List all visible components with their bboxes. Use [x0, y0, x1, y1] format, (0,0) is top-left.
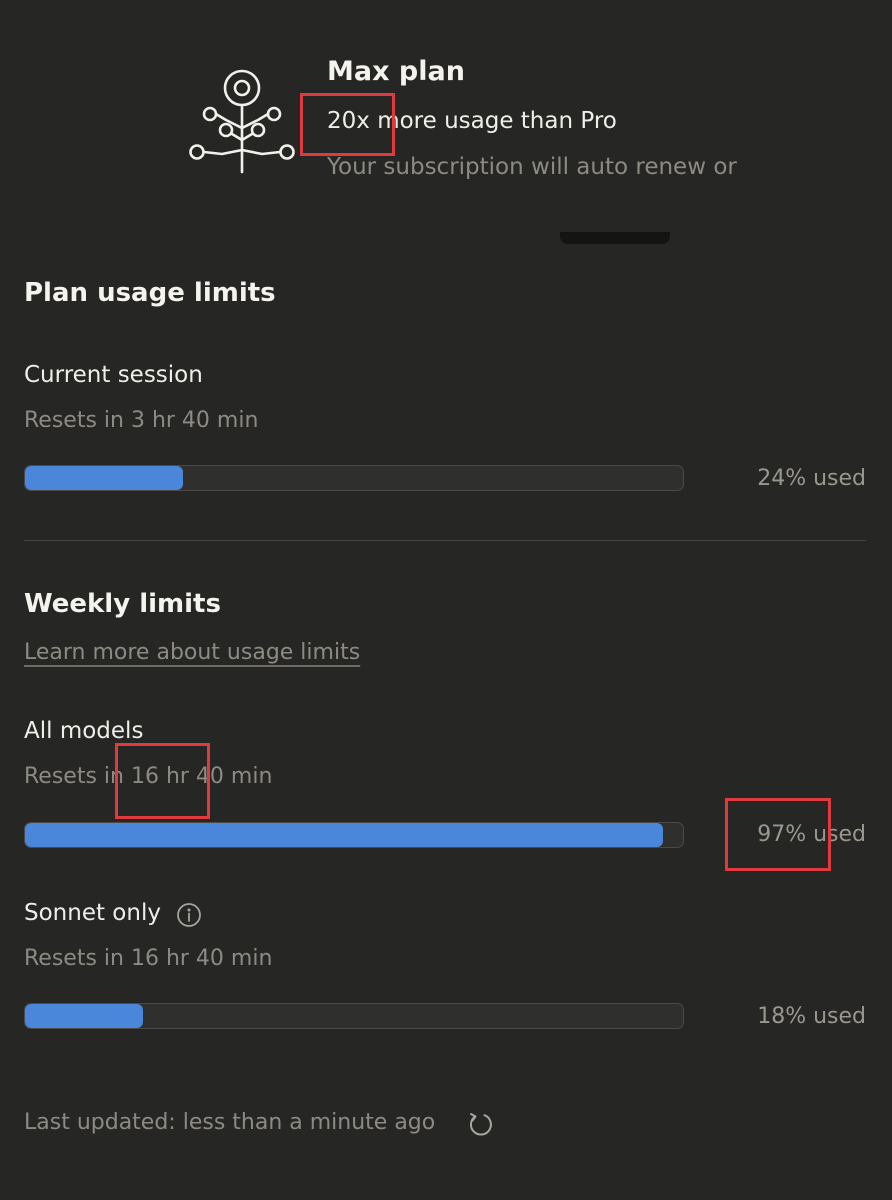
- current-session-progress: [24, 465, 684, 491]
- highlight-box-usage-percent: [725, 798, 831, 871]
- sonnet-only-used: 18% used: [757, 1004, 866, 1029]
- info-icon[interactable]: [176, 902, 202, 928]
- sonnet-only-progress: [24, 1003, 684, 1029]
- learn-more-link[interactable]: Learn more about usage limits: [24, 640, 360, 665]
- all-models-progress-fill: [25, 823, 664, 847]
- refresh-icon[interactable]: [466, 1110, 494, 1138]
- all-models-label: All models: [24, 718, 144, 744]
- current-session-reset: Resets in 3 hr 40 min: [24, 408, 259, 433]
- plan-renewal-note: Your subscription will auto renew or: [327, 154, 737, 180]
- highlight-box-reset-time: [115, 743, 210, 819]
- weekly-limits-title: Weekly limits: [24, 589, 221, 619]
- all-models-progress: [24, 822, 684, 848]
- current-session-label: Current session: [24, 362, 203, 388]
- sonnet-only-label: Sonnet only: [24, 900, 161, 926]
- current-session-used: 24% used: [757, 466, 866, 491]
- plan-usage-title: Plan usage limits: [24, 278, 276, 308]
- plan-title: Max plan: [327, 56, 465, 87]
- current-session-progress-fill: [25, 466, 183, 490]
- highlight-box-plan-multiplier: [300, 93, 395, 156]
- sonnet-only-progress-fill: [25, 1004, 144, 1028]
- section-divider: [24, 540, 866, 541]
- last-updated-text: Last updated: less than a minute ago: [24, 1110, 436, 1135]
- plan-tree-icon: [189, 69, 295, 174]
- sonnet-only-reset: Resets in 16 hr 40 min: [24, 946, 273, 971]
- scroll-pill: [560, 232, 670, 244]
